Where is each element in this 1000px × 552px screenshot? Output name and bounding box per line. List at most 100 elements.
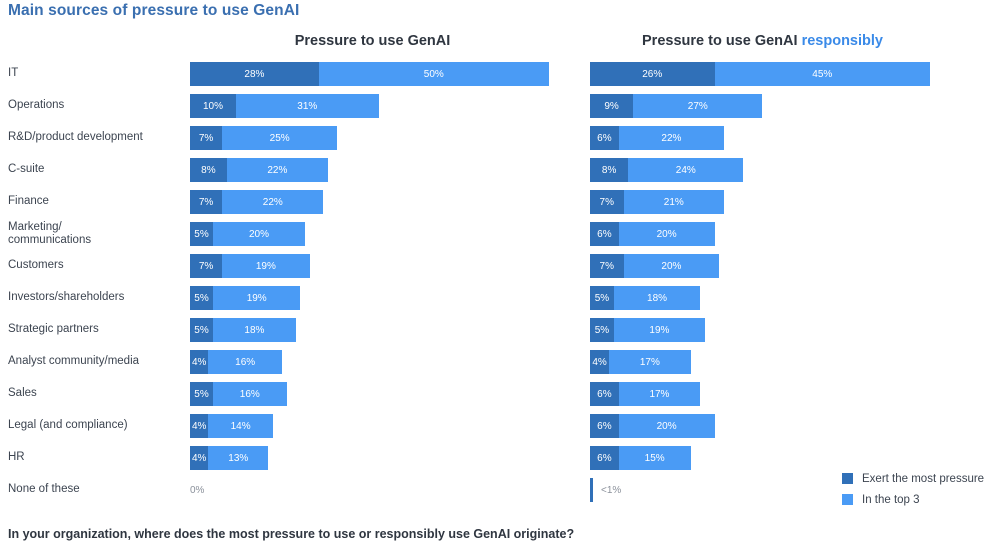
bar-segment-in-top-3[interactable]: 45%: [714, 62, 931, 86]
category-label: None of these: [8, 483, 80, 496]
chart-row: IT 28% 50% 26% 45%: [0, 58, 1000, 90]
footer-question: In your organization, where does the mos…: [8, 527, 575, 541]
bar-group-right[interactable]: 8% 24%: [590, 158, 744, 182]
bar-group-left[interactable]: 8% 22%: [190, 158, 328, 182]
bar-group-left[interactable]: 7% 19%: [190, 254, 310, 278]
bar-segment-most-pressure[interactable]: 5%: [190, 382, 213, 406]
bar-group-left[interactable]: 5% 18%: [190, 318, 296, 342]
bar-segment-most-pressure[interactable]: 6%: [590, 222, 619, 246]
bar-group-right[interactable]: 9% 27%: [590, 94, 763, 118]
bar-segment-in-top-3[interactable]: 20%: [213, 222, 305, 246]
legend-item-most[interactable]: Exert the most pressure: [842, 468, 998, 489]
bar-segment-in-top-3[interactable]: 13%: [208, 446, 269, 470]
category-label: Analyst community/media: [8, 355, 140, 368]
bar-group-right[interactable]: 6% 20%: [590, 414, 715, 438]
bar-group-left[interactable]: 5% 20%: [190, 222, 305, 246]
bar-segment-most-pressure[interactable]: 5%: [590, 286, 614, 310]
bar-group-left[interactable]: 7% 22%: [190, 190, 324, 214]
bar-segment-most-pressure[interactable]: 9%: [590, 94, 634, 118]
chart-row: Sales 5% 16% 6% 17%: [0, 378, 1000, 410]
bar-group-right[interactable]: 6% 15%: [590, 446, 691, 470]
chart-row: Marketing/ communications 5% 20% 6% 20%: [0, 218, 1000, 250]
bar-segment-most-pressure[interactable]: 7%: [590, 190, 624, 214]
zero-value-text: 0%: [190, 484, 205, 496]
bar-segment-in-top-3[interactable]: 19%: [213, 286, 301, 310]
bar-group-left[interactable]: 5% 19%: [190, 286, 301, 310]
bar-segment-in-top-3[interactable]: 27%: [633, 94, 763, 118]
bar-segment-most-pressure[interactable]: 4%: [190, 446, 209, 470]
bar-group-left[interactable]: 10% 31%: [190, 94, 379, 118]
bar-segment-in-top-3[interactable]: 18%: [613, 286, 701, 310]
bar-segment-in-top-3[interactable]: 15%: [618, 446, 691, 470]
bar-segment-most-pressure[interactable]: 4%: [190, 414, 209, 438]
stacked-bar-chart: IT 28% 50% 26% 45% Operations 10% 31% 9% 27% R&D/p…: [0, 58, 1000, 510]
bar-segment-most-pressure[interactable]: 6%: [590, 382, 619, 406]
bar-group-right[interactable]: 6% 20%: [590, 222, 715, 246]
bar-segment-most-pressure[interactable]: 5%: [190, 222, 213, 246]
bar-segment-most-pressure[interactable]: 7%: [190, 254, 223, 278]
bar-segment-most-pressure[interactable]: 7%: [190, 190, 223, 214]
bar-segment-in-top-3[interactable]: 16%: [213, 382, 287, 406]
bar-segment-most-pressure[interactable]: 5%: [590, 318, 614, 342]
bar-segment-in-top-3[interactable]: 18%: [213, 318, 296, 342]
bar-segment-in-top-3[interactable]: 17%: [609, 350, 691, 374]
bar-segment-in-top-3[interactable]: 14%: [208, 414, 273, 438]
bar-segment-in-top-3[interactable]: 19%: [222, 254, 310, 278]
bar-group-left[interactable]: 5% 16%: [190, 382, 287, 406]
bar-segment-in-top-3[interactable]: 20%: [618, 222, 715, 246]
legend-item-top3[interactable]: In the top 3: [842, 489, 998, 510]
bar-segment-most-pressure[interactable]: 6%: [590, 414, 619, 438]
bar-group-right[interactable]: 7% 20%: [590, 254, 720, 278]
bar-group-right[interactable]: 4% 17%: [590, 350, 691, 374]
bar-segment-in-top-3[interactable]: 16%: [208, 350, 282, 374]
category-label: Legal (and compliance): [8, 419, 128, 432]
category-label: Finance: [8, 195, 49, 208]
bar-segment-in-top-3[interactable]: 50%: [318, 62, 549, 86]
zero-value-label-right: <1%: [590, 478, 621, 502]
chart-row: Customers 7% 19% 7% 20%: [0, 250, 1000, 282]
bar-group-left[interactable]: 4% 13%: [190, 446, 269, 470]
category-label: Sales: [8, 387, 37, 400]
bar-segment-in-top-3[interactable]: 22%: [226, 158, 328, 182]
bar-segment-most-pressure[interactable]: [590, 478, 593, 502]
bar-segment-in-top-3[interactable]: 22%: [222, 190, 324, 214]
bar-segment-in-top-3[interactable]: 24%: [628, 158, 744, 182]
bar-segment-most-pressure[interactable]: 10%: [190, 94, 236, 118]
bar-segment-most-pressure[interactable]: 5%: [190, 318, 213, 342]
category-label: Investors/shareholders: [8, 291, 125, 304]
bar-group-right[interactable]: 5% 18%: [590, 286, 701, 310]
bar-group-left[interactable]: 4% 16%: [190, 350, 282, 374]
page-title: Main sources of pressure to use GenAI: [8, 2, 300, 19]
bar-segment-most-pressure[interactable]: 28%: [190, 62, 319, 86]
bar-segment-in-top-3[interactable]: 31%: [236, 94, 379, 118]
bar-segment-in-top-3[interactable]: 25%: [222, 126, 338, 150]
bar-group-right[interactable]: 5% 19%: [590, 318, 705, 342]
bar-group-left[interactable]: 28% 50%: [190, 62, 549, 86]
bar-segment-most-pressure[interactable]: 7%: [190, 126, 223, 150]
legend-item-label: Exert the most pressure: [862, 472, 985, 485]
bar-group-right[interactable]: 6% 17%: [590, 382, 701, 406]
bar-segment-in-top-3[interactable]: 22%: [618, 126, 725, 150]
bar-group-right[interactable]: 26% 45%: [590, 62, 931, 86]
bar-segment-most-pressure[interactable]: 4%: [590, 350, 610, 374]
bar-segment-in-top-3[interactable]: 17%: [618, 382, 701, 406]
bar-segment-in-top-3[interactable]: 20%: [618, 414, 715, 438]
bar-segment-most-pressure[interactable]: 8%: [190, 158, 227, 182]
bar-segment-most-pressure[interactable]: 5%: [190, 286, 213, 310]
bar-segment-most-pressure[interactable]: 6%: [590, 446, 619, 470]
bar-segment-in-top-3[interactable]: 19%: [613, 318, 705, 342]
bar-segment-most-pressure[interactable]: 7%: [590, 254, 624, 278]
chart-row: Legal (and compliance) 4% 14% 6% 20%: [0, 410, 1000, 442]
bar-segment-most-pressure[interactable]: 8%: [590, 158, 629, 182]
bar-segment-in-top-3[interactable]: 21%: [623, 190, 725, 214]
zero-value-label-left: 0%: [190, 478, 204, 502]
category-label: C-suite: [8, 163, 45, 176]
bar-segment-most-pressure[interactable]: 4%: [190, 350, 209, 374]
bar-group-right[interactable]: 6% 22%: [590, 126, 725, 150]
bar-group-left[interactable]: 4% 14%: [190, 414, 273, 438]
bar-group-left[interactable]: 7% 25%: [190, 126, 338, 150]
bar-group-right[interactable]: 7% 21%: [590, 190, 725, 214]
bar-segment-most-pressure[interactable]: 6%: [590, 126, 619, 150]
bar-segment-most-pressure[interactable]: 26%: [590, 62, 715, 86]
bar-segment-in-top-3[interactable]: 20%: [623, 254, 720, 278]
